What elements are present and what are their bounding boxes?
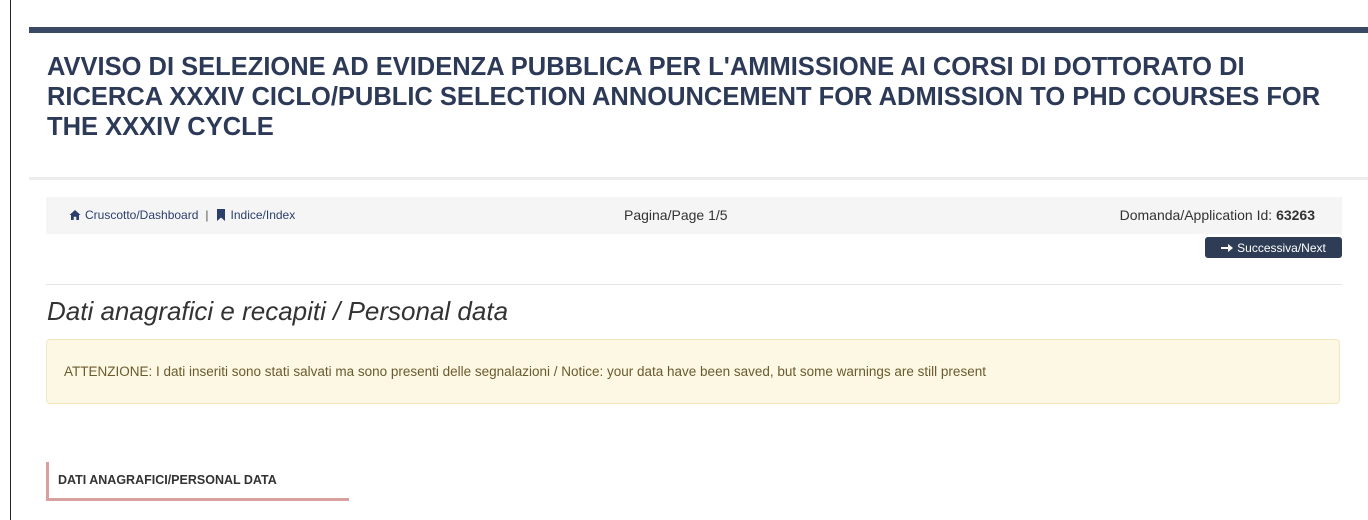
subsection-label: DATI ANAGRAFICI/PERSONAL DATA bbox=[58, 473, 277, 487]
subsection-header: DATI ANAGRAFICI/PERSONAL DATA bbox=[46, 462, 349, 501]
application-id-value: 63263 bbox=[1276, 207, 1315, 223]
breadcrumb: Cruscotto/Dashboard | Indice/Index bbox=[69, 208, 295, 222]
application-id-label: Domanda/Application Id: bbox=[1119, 207, 1273, 223]
header-top-bar bbox=[29, 27, 1368, 33]
alert-text: ATTENZIONE: I dati inseriti sono stati s… bbox=[64, 364, 986, 379]
page-frame-border bbox=[10, 0, 11, 520]
breadcrumb-separator: | bbox=[205, 208, 209, 222]
page-indicator: Pagina/Page 1/5 bbox=[624, 207, 728, 223]
bookmark-icon[interactable] bbox=[216, 209, 226, 221]
section-divider bbox=[46, 284, 1342, 285]
arrow-right-icon bbox=[1221, 243, 1234, 252]
application-id-display: Domanda/Application Id: 63263 bbox=[1120, 207, 1315, 223]
section-title: Dati anagrafici e recapiti / Personal da… bbox=[47, 296, 509, 326]
page-title: AVVISO DI SELEZIONE AD EVIDENZA PUBBLICA… bbox=[47, 53, 1321, 141]
next-button-label: Successiva/Next bbox=[1237, 240, 1326, 255]
navigation-bar: Cruscotto/Dashboard | Indice/Index Pagin… bbox=[46, 197, 1342, 234]
next-button[interactable]: Successiva/Next bbox=[1205, 237, 1342, 258]
home-icon[interactable] bbox=[69, 209, 81, 221]
header-divider bbox=[29, 177, 1368, 180]
index-link[interactable]: Indice/Index bbox=[231, 208, 296, 222]
dashboard-link[interactable]: Cruscotto/Dashboard bbox=[85, 208, 198, 222]
warning-alert: ATTENZIONE: I dati inseriti sono stati s… bbox=[46, 339, 1340, 404]
